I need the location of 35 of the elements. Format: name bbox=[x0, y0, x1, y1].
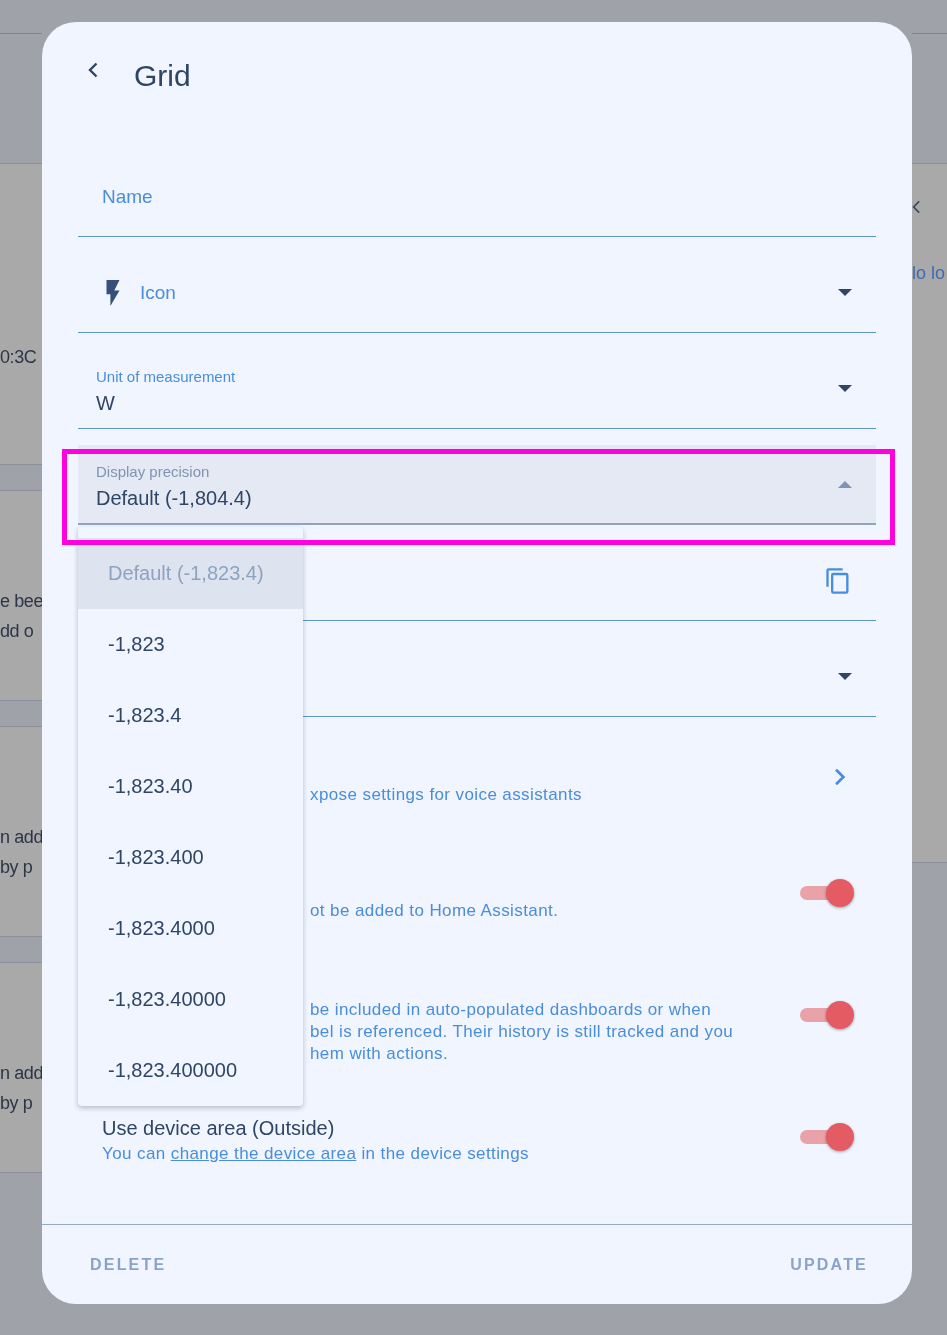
menu-option[interactable]: -1,823.400000 bbox=[78, 1035, 303, 1106]
setting-title: Use device area (Outside) bbox=[102, 1116, 336, 1141]
caret-down-icon bbox=[838, 672, 852, 681]
setting-description: You can change the device area in the device settings bbox=[102, 1143, 530, 1165]
background-text: by p bbox=[0, 856, 34, 879]
caret-up-icon bbox=[838, 480, 852, 488]
chevron-right-icon[interactable] bbox=[834, 768, 846, 786]
menu-option[interactable]: -1,823.40000 bbox=[78, 964, 303, 1035]
background-text: n add bbox=[0, 1062, 42, 1085]
chevron-left-icon bbox=[912, 200, 920, 214]
chevron-left-icon bbox=[88, 62, 98, 78]
menu-option[interactable]: -1,823.400 bbox=[78, 822, 303, 893]
toggle-switch[interactable] bbox=[800, 879, 852, 907]
toggle-switch[interactable] bbox=[800, 1123, 852, 1151]
dialog-title: Grid bbox=[134, 58, 191, 94]
menu-option[interactable]: -1,823 bbox=[78, 609, 303, 680]
background-text: e bee bbox=[0, 590, 42, 613]
caret-down-icon bbox=[838, 384, 852, 393]
setting-description: be included in auto-populated dashboards or when bel is referenced. Their history is still tracked and you hem with actions. bbox=[310, 999, 735, 1065]
lightning-bolt-icon bbox=[106, 279, 120, 306]
dropdown-field[interactable]: Display precision Default (-1,804.4) bbox=[78, 445, 876, 525]
background-text: n add bbox=[0, 826, 42, 849]
menu-option[interactable]: -1,823.4000 bbox=[78, 893, 303, 964]
toggle-switch[interactable] bbox=[800, 1001, 852, 1029]
copy-icon[interactable] bbox=[824, 566, 852, 595]
dropdown-field[interactable]: Unit of measurement W bbox=[78, 349, 876, 429]
background-text: dd o bbox=[0, 620, 35, 643]
setting-description: xpose settings for voice assistants bbox=[310, 784, 583, 806]
background-text: lo lo bbox=[912, 262, 947, 285]
caret-down-icon bbox=[838, 288, 852, 297]
background-text: by p bbox=[0, 1092, 34, 1115]
menu-option[interactable]: -1,823.40 bbox=[78, 751, 303, 822]
menu-option[interactable]: -1,823.4 bbox=[78, 680, 303, 751]
background-text: 0:3C bbox=[0, 346, 38, 369]
setting-description: ot be added to Home Assistant. bbox=[310, 900, 560, 922]
